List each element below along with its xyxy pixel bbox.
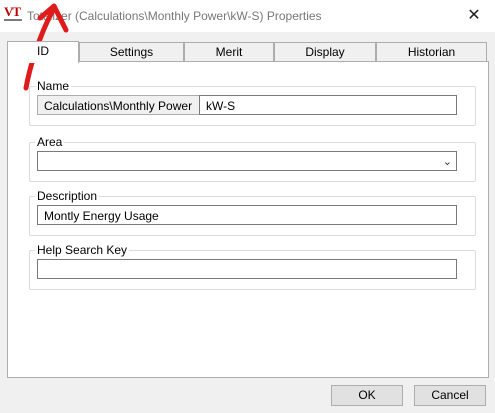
- help-search-key-input[interactable]: [37, 259, 457, 279]
- tab-merit-label: Merit: [215, 45, 243, 59]
- close-button[interactable]: ✕: [465, 7, 483, 25]
- cancel-button[interactable]: Cancel: [414, 385, 486, 406]
- name-prefix-field: Calculations\Monthly Power: [37, 95, 200, 115]
- area-label: Area: [35, 135, 65, 149]
- tab-display[interactable]: Display: [274, 42, 376, 61]
- description-group: Description Montly Energy Usage: [29, 189, 476, 236]
- properties-panel: Name Calculations\Monthly Power kW-S Are…: [7, 61, 489, 378]
- tab-merit[interactable]: Merit: [184, 42, 274, 61]
- chevron-down-icon[interactable]: ⌄: [443, 152, 452, 170]
- tab-display-label: Display: [305, 45, 345, 59]
- tab-id-label: ID: [37, 44, 49, 58]
- area-group: Area ⌄: [29, 135, 476, 182]
- tab-settings-label: Settings: [109, 45, 154, 59]
- help-search-key-label: Help Search Key: [35, 243, 130, 257]
- ok-button[interactable]: OK: [331, 385, 403, 406]
- close-icon: ✕: [467, 7, 481, 24]
- help-search-key-group: Help Search Key: [29, 243, 476, 290]
- description-label: Description: [35, 189, 100, 203]
- tab-id[interactable]: ID: [7, 41, 79, 63]
- description-input[interactable]: Montly Energy Usage: [37, 205, 457, 225]
- tab-settings[interactable]: Settings: [79, 42, 184, 61]
- name-input[interactable]: kW-S: [199, 95, 457, 115]
- area-dropdown[interactable]: ⌄: [37, 151, 457, 171]
- tab-historian-label: Historian: [407, 45, 456, 59]
- name-group: Name Calculations\Monthly Power kW-S: [29, 79, 476, 126]
- tab-historian[interactable]: Historian: [376, 42, 487, 61]
